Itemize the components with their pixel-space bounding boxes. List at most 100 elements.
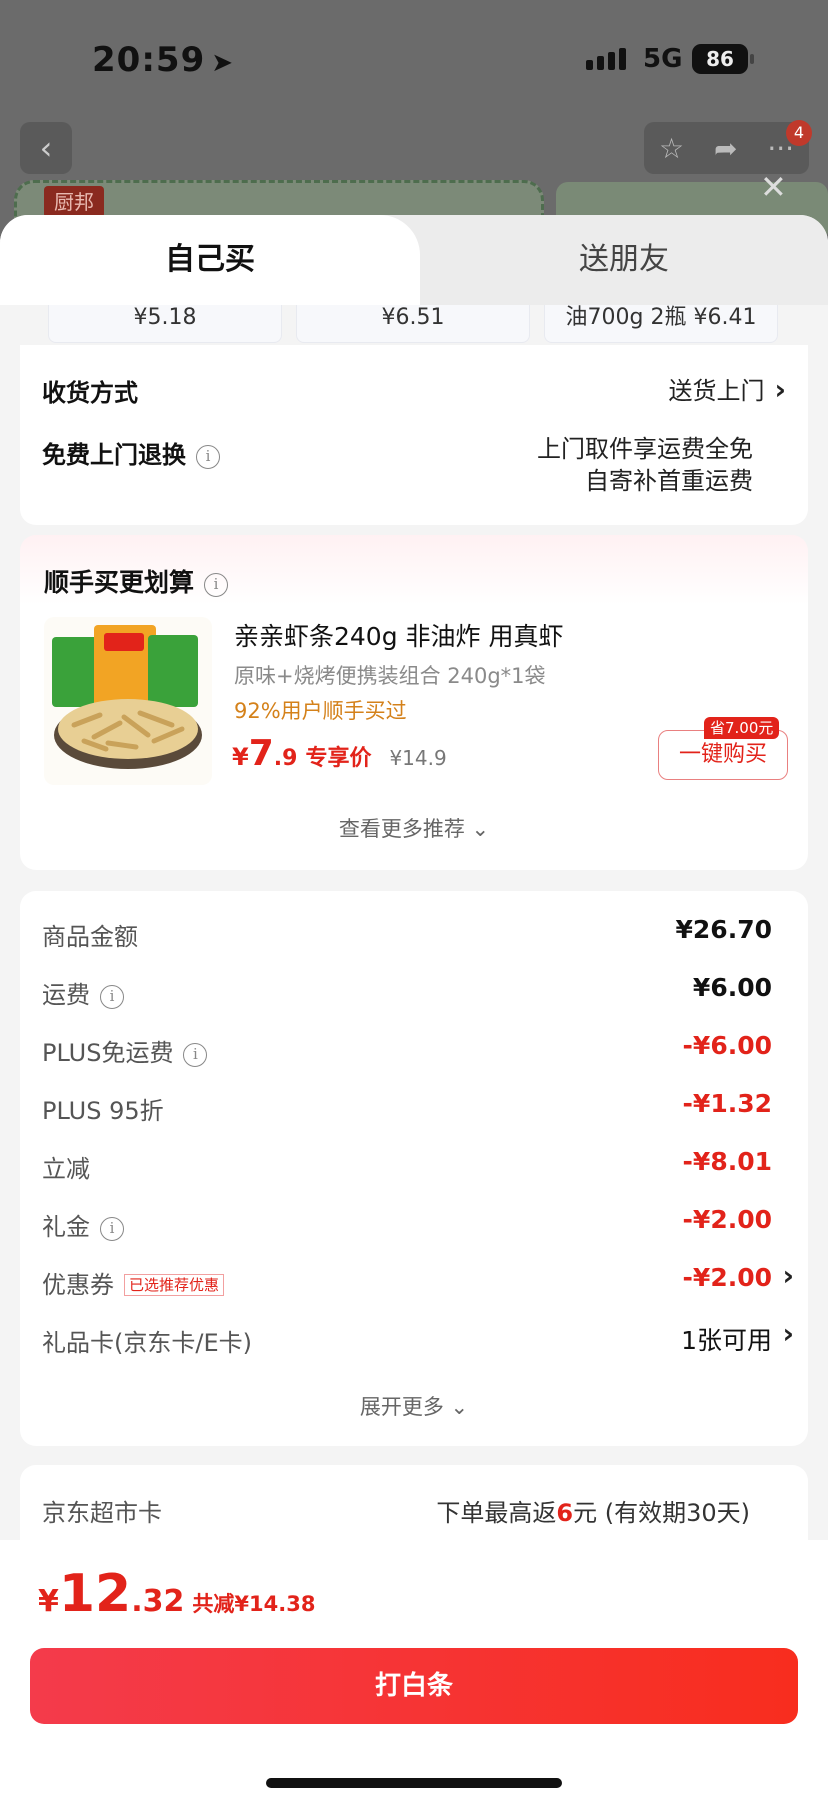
jd-card-amount: 6 (556, 1499, 574, 1527)
price-integer: 7 (248, 733, 274, 774)
free-return-label: 免费上门退换 i (42, 435, 220, 470)
product-spec: 原味+烧烤便携装组合 240g*1袋 (234, 664, 546, 688)
brand-tag: 厨邦 (44, 186, 104, 218)
info-icon[interactable]: i (100, 1217, 124, 1241)
price-option[interactable]: ¥6.51 (296, 305, 530, 343)
summary-value: -¥2.00 (682, 1205, 772, 1234)
summary-label-text: 礼金 (42, 1213, 90, 1241)
signal-icon (586, 48, 626, 70)
info-icon[interactable]: i (100, 985, 124, 1009)
background-page: 20:59 ➤ 5G 86 ‹ ☆ ➦ ··· 4 厨邦 ✕ (0, 0, 828, 242)
recommended-coupon-tag: 已选推荐优惠 (124, 1274, 225, 1296)
delivery-card: 收货方式 送货上门 › 免费上门退换 i 上门取件享运费全免 自寄补首重运费 (20, 345, 808, 525)
close-icon[interactable]: ✕ (760, 168, 787, 206)
info-icon[interactable]: i (183, 1043, 208, 1067)
summary-value: -¥2.00 (682, 1263, 772, 1292)
chevron-left-icon: ‹ (39, 129, 53, 167)
total-decimal: .32 (131, 1584, 185, 1619)
expand-more-link[interactable]: 展开更多 ⌄ (20, 1391, 808, 1421)
tab-bar: 自己买 送朋友 (0, 215, 828, 305)
price-summary-card: 商品金额 ¥26.70 运费 i ¥6.00 PLUS免运费 i -¥6.00 PL… (20, 891, 808, 1446)
gift-card-row[interactable]: 礼品卡(京东卡/E卡) 1张可用 › (42, 1317, 794, 1359)
price-decimal: .9 (273, 746, 298, 771)
delivery-method-text: 送货上门 (668, 377, 765, 405)
summary-label-text: PLUS免运费 (42, 1039, 174, 1067)
price-options: ¥5.18 ¥6.51 油700g 2瓶 ¥6.41 (48, 305, 808, 345)
jd-card-value: 下单最高返6元 (有效期30天) (436, 1493, 750, 1528)
summary-row: 立减 -¥8.01 (42, 1145, 772, 1185)
chevron-right-icon: › (782, 1259, 794, 1292)
exclusive-price-label: 专享价 (305, 746, 372, 771)
product-price: ¥7.9 专享价 ¥14.9 (232, 733, 447, 774)
expand-more-text: 展开更多 (359, 1395, 444, 1419)
info-icon[interactable]: i (204, 573, 229, 597)
location-arrow-icon: ➤ (211, 48, 235, 78)
shrimp-snack-image (52, 625, 202, 769)
status-bar: 20:59 ➤ 5G 86 (0, 0, 828, 110)
star-icon[interactable]: ☆ (659, 132, 684, 165)
coupon-row[interactable]: 优惠券 已选推荐优惠 -¥2.00 › (42, 1259, 794, 1301)
total-currency: ¥ (38, 1584, 59, 1619)
summary-label-text: 优惠券 (42, 1271, 114, 1299)
status-time: 20:59 ➤ (92, 40, 234, 80)
summary-label: 优惠券 已选推荐优惠 (42, 1265, 225, 1300)
summary-label: 礼品卡(京东卡/E卡) (42, 1329, 252, 1357)
more-recommend-link[interactable]: 查看更多推荐 ⌄ (20, 813, 808, 843)
total-price: ¥12.32 共减¥14.38 (38, 1564, 315, 1624)
summary-label: PLUS免运费 i (42, 1033, 208, 1068)
price-option[interactable]: 油700g 2瓶 ¥6.41 (544, 305, 778, 343)
summary-label-text: 运费 (42, 981, 90, 1009)
recommend-title: 顺手买更划算 i (44, 563, 229, 599)
clock: 20:59 (92, 40, 206, 80)
free-return-note: 上门取件享运费全免 自寄补首重运费 (537, 433, 753, 497)
original-price: ¥14.9 (389, 746, 447, 770)
chevron-right-icon: › (782, 1317, 794, 1350)
summary-value: -¥1.32 (682, 1089, 772, 1118)
product-image[interactable] (44, 617, 212, 785)
summary-label: 立减 (42, 1155, 90, 1183)
summary-value: -¥8.01 (682, 1147, 772, 1176)
summary-row: 运费 i ¥6.00 (42, 971, 772, 1011)
chevron-down-icon: ⌄ (471, 817, 490, 841)
header-actions: ☆ ➦ ··· (644, 122, 809, 174)
summary-row: 礼金 i -¥2.00 (42, 1203, 772, 1243)
save-badge: 省7.00元 (704, 717, 780, 739)
jd-card-label: 京东超市卡 (42, 1499, 162, 1527)
product-name[interactable]: 亲亲虾条240g 非油炸 用真虾 (234, 617, 563, 653)
delivery-method-label: 收货方式 (42, 379, 138, 407)
checkout-footer: ¥12.32 共减¥14.38 打白条 (0, 1540, 828, 1800)
delivery-method-value[interactable]: 送货上门 › (668, 371, 786, 406)
tab-buy-self[interactable]: 自己买 (0, 215, 420, 305)
pay-button[interactable]: 打白条 (30, 1648, 798, 1724)
home-indicator[interactable] (266, 1778, 562, 1788)
recommend-title-text: 顺手买更划算 (44, 568, 195, 597)
battery-icon: 86 (692, 44, 754, 74)
free-return-text: 免费上门退换 (42, 441, 186, 469)
product-popularity: 92%用户顺手买过 (234, 699, 407, 723)
jd-card-suffix: 元 (有效期30天) (573, 1499, 750, 1527)
summary-label: 商品金额 (42, 923, 138, 951)
network-type: 5G (643, 44, 683, 74)
price-option[interactable]: ¥5.18 (48, 305, 282, 343)
total-saving[interactable]: 共减¥14.38 (192, 1592, 315, 1616)
summary-value: ¥26.70 (675, 915, 772, 944)
tab-gift-friend[interactable]: 送朋友 (420, 215, 828, 305)
chevron-down-icon: ⌄ (450, 1395, 469, 1419)
more-recommend-text: 查看更多推荐 (338, 817, 465, 841)
info-icon[interactable]: i (196, 445, 220, 469)
summary-value: 1张可用 (681, 1326, 772, 1355)
back-button[interactable]: ‹ (20, 122, 72, 174)
summary-label: 运费 i (42, 975, 124, 1010)
total-integer: 12 (58, 1564, 132, 1624)
free-return-line1: 上门取件享运费全免 (537, 435, 753, 463)
cart-badge: 4 (786, 120, 812, 146)
summary-row: 商品金额 ¥26.70 (42, 913, 772, 953)
jd-card-prefix: 下单最高返 (436, 1499, 557, 1527)
free-return-line2: 自寄补首重运费 (585, 467, 753, 495)
summary-row: PLUS 95折 -¥1.32 (42, 1087, 772, 1127)
share-icon[interactable]: ➦ (714, 132, 737, 165)
summary-value: -¥6.00 (682, 1031, 772, 1060)
summary-row: PLUS免运费 i -¥6.00 (42, 1029, 772, 1069)
summary-value: ¥6.00 (692, 973, 772, 1002)
summary-label: 礼金 i (42, 1207, 124, 1242)
